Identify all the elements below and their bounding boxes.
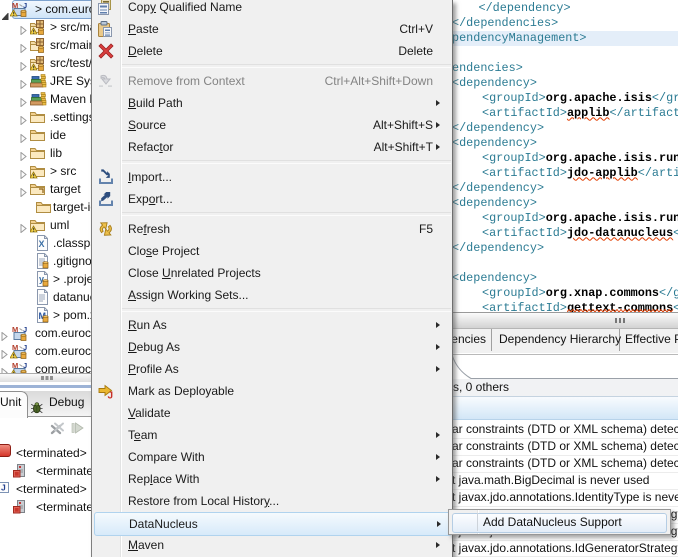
svg-text:X: X — [39, 239, 45, 249]
svg-text:J: J — [1, 483, 6, 493]
svg-text:J: J — [108, 391, 114, 400]
